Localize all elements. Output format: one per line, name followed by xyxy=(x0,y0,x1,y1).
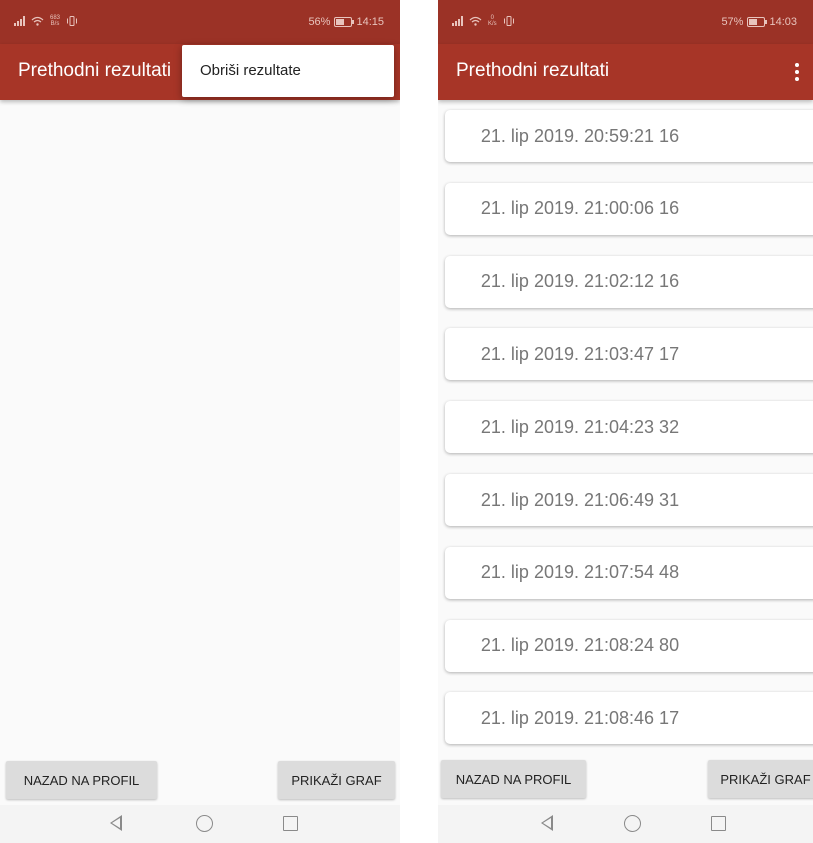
back-to-profile-button[interactable]: NAZAD NA PROFIL xyxy=(441,760,586,798)
result-text: 21. lip 2019. 21:00:06 16 xyxy=(480,198,680,219)
show-graph-button[interactable]: PRIKAŽI GRAF xyxy=(278,761,395,799)
network-speed: 683 B/s xyxy=(50,15,61,27)
result-text: 21. lip 2019. 21:04:23 32 xyxy=(480,416,680,437)
signal-icon xyxy=(452,16,463,26)
clock: 14:15 xyxy=(356,16,384,28)
menu-item-delete-results[interactable]: Obriši rezultate xyxy=(200,62,301,79)
nav-home-icon[interactable] xyxy=(624,815,641,832)
clock: 14:03 xyxy=(769,16,797,28)
page-title: Prethodni rezultati xyxy=(456,60,610,81)
status-bar: 0 K/s 57% 14:03 xyxy=(438,0,813,44)
overflow-popup-menu: Obriši rezultate xyxy=(182,45,394,97)
result-text: 21. lip 2019. 21:07:54 48 xyxy=(480,562,680,583)
page-title: Prethodni rezultati xyxy=(18,60,172,81)
result-text: 21. lip 2019. 21:06:49 31 xyxy=(480,489,680,510)
result-row[interactable]: 21. lip 2019. 20:59:21 16 xyxy=(445,110,813,162)
signal-icon xyxy=(14,16,25,26)
result-row[interactable]: 21. lip 2019. 21:03:47 17 xyxy=(445,328,813,381)
system-nav-bar xyxy=(0,805,400,843)
nav-home-icon[interactable] xyxy=(196,815,213,832)
vibrate-icon xyxy=(67,16,78,26)
nav-recents-icon[interactable] xyxy=(283,816,298,831)
wifi-icon xyxy=(31,16,44,26)
vibrate-icon xyxy=(503,16,514,26)
left-phone-screen: 683 B/s 56% 14:15 Prethodni rezultati Ob… xyxy=(0,0,400,843)
wifi-icon xyxy=(469,16,482,26)
result-row[interactable]: 21. lip 2019. 21:02:12 16 xyxy=(445,255,813,308)
result-row[interactable]: 21. lip 2019. 21:06:49 31 xyxy=(445,474,813,526)
result-text: 21. lip 2019. 21:03:47 17 xyxy=(480,343,680,364)
result-row[interactable]: 21. lip 2019. 21:08:46 17 xyxy=(445,692,813,745)
battery-level xyxy=(749,19,758,25)
nav-recents-icon[interactable] xyxy=(711,816,726,831)
network-speed: 0 K/s xyxy=(488,15,497,27)
battery-icon xyxy=(747,17,768,27)
result-row[interactable]: 21. lip 2019. 21:08:24 80 xyxy=(445,619,813,672)
app-bar: Prethodni rezultati xyxy=(438,44,813,100)
battery-level xyxy=(336,19,345,25)
nav-back-icon[interactable] xyxy=(110,815,122,831)
battery-percent: 57% xyxy=(721,16,744,28)
result-text: 21. lip 2019. 21:08:46 17 xyxy=(480,707,680,728)
back-to-profile-button[interactable]: NAZAD NA PROFIL xyxy=(6,761,157,799)
system-nav-bar xyxy=(438,805,813,843)
status-bar: 683 B/s 56% 14:15 xyxy=(0,0,400,44)
show-graph-button[interactable]: PRIKAŽI GRAF xyxy=(708,760,813,798)
result-text: 21. lip 2019. 20:59:21 16 xyxy=(480,125,680,146)
nav-back-icon[interactable] xyxy=(541,815,553,831)
battery-percent: 56% xyxy=(308,16,331,28)
result-row[interactable]: 21. lip 2019. 21:04:23 32 xyxy=(445,401,813,454)
result-row[interactable]: 21. lip 2019. 21:00:06 16 xyxy=(445,182,813,235)
overflow-menu-icon[interactable] xyxy=(787,61,807,83)
result-text: 21. lip 2019. 21:02:12 16 xyxy=(480,271,680,292)
result-row[interactable]: 21. lip 2019. 21:07:54 48 xyxy=(445,546,813,599)
result-text: 21. lip 2019. 21:08:24 80 xyxy=(480,635,680,656)
right-phone-screen: 0 K/s 57% 14:03 Prethodni rezultati 21. … xyxy=(438,0,813,843)
battery-icon xyxy=(334,17,355,27)
